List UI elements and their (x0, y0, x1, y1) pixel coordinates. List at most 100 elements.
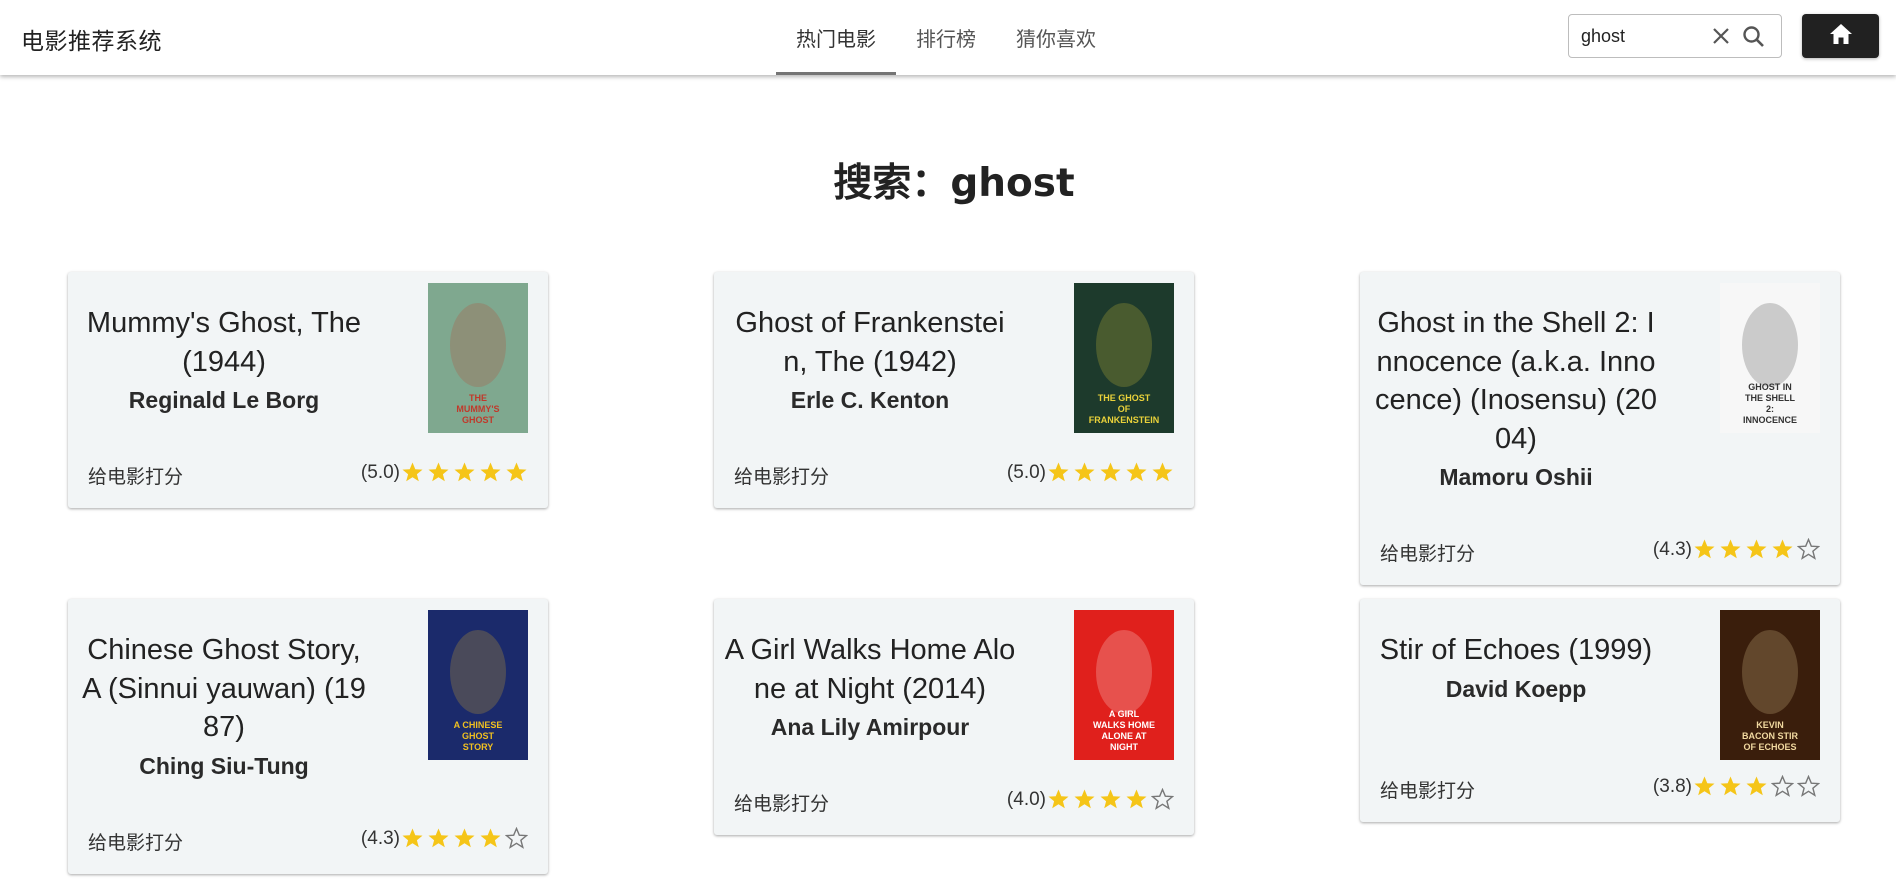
movie-info: Mummy's Ghost, The (1944) Reginald Le Bo… (68, 272, 380, 414)
card-rating-row: 给电影打分 (4.0) (734, 787, 1174, 815)
close-icon[interactable] (1709, 24, 1733, 48)
svg-text:THE GHOST: THE GHOST (1098, 393, 1151, 403)
svg-text:MUMMY'S: MUMMY'S (456, 404, 499, 414)
star-filled-icon[interactable] (453, 461, 476, 484)
star-filled-icon[interactable] (453, 827, 476, 850)
star-filled-icon[interactable] (1073, 788, 1096, 811)
rate-movie-label[interactable]: 给电影打分 (1380, 776, 1475, 803)
star-filled-icon[interactable] (479, 461, 502, 484)
star-filled-icon[interactable] (427, 461, 450, 484)
tab-rankings[interactable]: 排行榜 (896, 0, 996, 75)
rate-movie-label[interactable]: 给电影打分 (734, 462, 829, 489)
movie-title: Ghost in the Shell 2: Innocence (a.k.a. … (1374, 307, 1658, 455)
rating-value: (4.3) (360, 828, 400, 849)
svg-text:GHOST: GHOST (462, 415, 495, 425)
card-rating-row: 给电影打分 (3.8) (1380, 774, 1820, 802)
card-rating-row: 给电影打分 (5.0) (88, 460, 528, 488)
movie-card[interactable]: Ghost of Frankenstein, The (1942) Erle C… (714, 272, 1194, 508)
star-filled-icon[interactable] (1047, 461, 1070, 484)
star-filled-icon[interactable] (1771, 538, 1794, 561)
movie-director: Mamoru Oshii (1439, 464, 1593, 490)
rating-value: (5.0) (1006, 462, 1046, 483)
card-rating-row: 给电影打分 (5.0) (734, 460, 1174, 488)
star-rating[interactable] (1047, 461, 1174, 484)
svg-text:GHOST: GHOST (462, 731, 495, 741)
movie-director: Ching Siu-Tung (139, 752, 309, 779)
star-outline-icon[interactable] (505, 827, 528, 850)
top-app-bar: 电影推荐系统 热门电影 排行榜 猜你喜欢 (0, 0, 1896, 75)
movie-poster[interactable]: A GIRL WALKS HOME ALONE AT NIGHT (1074, 610, 1174, 760)
rating-value: (3.8) (1652, 776, 1692, 797)
rating-value: (4.0) (1006, 789, 1046, 810)
rate-movie-label[interactable]: 给电影打分 (734, 789, 829, 816)
star-outline-icon[interactable] (1771, 775, 1794, 798)
star-filled-icon[interactable] (1125, 461, 1148, 484)
star-filled-icon[interactable] (1099, 788, 1122, 811)
movie-director: Reginald Le Borg (128, 387, 320, 413)
star-rating[interactable] (1047, 788, 1174, 811)
tab-recommendations[interactable]: 猜你喜欢 (996, 0, 1116, 75)
tab-hot-movies[interactable]: 热门电影 (776, 0, 896, 75)
movie-card[interactable]: Mummy's Ghost, The (1944) Reginald Le Bo… (68, 272, 548, 508)
search-input[interactable] (1581, 15, 1721, 57)
star-filled-icon[interactable] (1151, 461, 1174, 484)
movie-info: Ghost of Frankenstein, The (1942) Erle C… (714, 272, 1026, 414)
movie-director: Erle C. Kenton (790, 387, 950, 413)
movie-card[interactable]: Ghost in the Shell 2: Innocence (a.k.a. … (1360, 272, 1840, 585)
star-filled-icon[interactable] (1099, 461, 1122, 484)
star-filled-icon[interactable] (1745, 775, 1768, 798)
star-outline-icon[interactable] (1151, 788, 1174, 811)
home-icon (1828, 22, 1854, 50)
star-rating[interactable] (401, 827, 528, 850)
star-filled-icon[interactable] (1693, 538, 1716, 561)
star-filled-icon[interactable] (1719, 538, 1742, 561)
search-icon[interactable] (1741, 24, 1767, 50)
svg-text:NIGHT: NIGHT (1110, 742, 1139, 752)
search-results-heading: 搜索：ghost (833, 161, 1075, 206)
star-filled-icon[interactable] (1125, 788, 1148, 811)
rate-movie-label[interactable]: 给电影打分 (88, 462, 183, 489)
movie-card[interactable]: Stir of Echoes (1999) David Koepp KEVIN B… (1360, 599, 1840, 822)
rating-value: (5.0) (360, 462, 400, 483)
rate-movie-label[interactable]: 给电影打分 (88, 828, 183, 855)
movie-title: Chinese Ghost Story, A (Sinnui yauwan) (… (82, 634, 366, 743)
star-rating[interactable] (1693, 775, 1820, 798)
star-filled-icon[interactable] (1693, 775, 1716, 798)
movie-title: Mummy's Ghost, The (1944) (86, 307, 362, 378)
movie-poster[interactable]: A CHINESE GHOST STORY (428, 610, 528, 760)
svg-text:FRANKENSTEIN: FRANKENSTEIN (1089, 415, 1160, 425)
star-rating[interactable] (1693, 538, 1820, 561)
star-filled-icon[interactable] (1719, 775, 1742, 798)
movie-poster[interactable]: THE MUMMY'S GHOST (428, 283, 528, 433)
rate-movie-label[interactable]: 给电影打分 (1380, 539, 1475, 566)
star-filled-icon[interactable] (1047, 788, 1070, 811)
home-button[interactable] (1802, 14, 1879, 58)
star-filled-icon[interactable] (401, 461, 424, 484)
card-rating-row: 给电影打分 (4.3) (1380, 537, 1820, 565)
svg-text:BACON STIR: BACON STIR (1742, 731, 1799, 741)
svg-text:OF ECHOES: OF ECHOES (1743, 742, 1796, 752)
app-title: 电影推荐系统 (21, 29, 162, 55)
svg-text:THE SHELL: THE SHELL (1745, 393, 1796, 403)
star-filled-icon[interactable] (1073, 461, 1096, 484)
movie-card[interactable]: A Girl Walks Home Alone at Night (2014) … (714, 599, 1194, 835)
star-filled-icon[interactable] (401, 827, 424, 850)
movie-title: A Girl Walks Home Alone at Night (2014) (724, 634, 1016, 705)
card-rating-row: 给电影打分 (4.3) (88, 826, 528, 854)
star-filled-icon[interactable] (427, 827, 450, 850)
movie-title: Ghost of Frankenstein, The (1942) (735, 307, 1005, 378)
star-filled-icon[interactable] (479, 827, 502, 850)
star-filled-icon[interactable] (505, 461, 528, 484)
svg-text:THE: THE (469, 393, 487, 403)
movie-info: A Girl Walks Home Alone at Night (2014) … (714, 599, 1026, 741)
movie-poster[interactable]: KEVIN BACON STIR OF ECHOES (1720, 610, 1820, 760)
star-filled-icon[interactable] (1745, 538, 1768, 561)
svg-text:2:: 2: (1766, 404, 1774, 414)
movie-poster[interactable]: GHOST IN THE SHELL 2: INNOCENCE (1720, 283, 1820, 433)
movie-card[interactable]: Chinese Ghost Story, A (Sinnui yauwan) (… (68, 599, 548, 874)
star-outline-icon[interactable] (1797, 775, 1820, 798)
star-outline-icon[interactable] (1797, 538, 1820, 561)
star-rating[interactable] (401, 461, 528, 484)
movie-poster[interactable]: THE GHOST OF FRANKENSTEIN (1074, 283, 1174, 433)
svg-text:OF: OF (1118, 404, 1131, 414)
